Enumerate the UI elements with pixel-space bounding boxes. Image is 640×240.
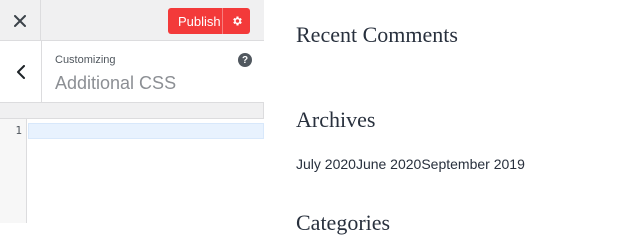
archive-link[interactable]: July 2020	[296, 156, 356, 172]
section-title: Additional CSS	[55, 73, 177, 93]
archives-title: Archives	[296, 107, 376, 132]
close-button[interactable]	[0, 0, 41, 41]
back-button[interactable]	[0, 41, 42, 103]
css-editor[interactable]: 1	[0, 118, 264, 223]
customizer-header: Publish	[0, 0, 264, 41]
section-header: Customizing Additional CSS ?	[0, 41, 264, 103]
categories-title: Categories	[296, 210, 391, 235]
archive-link[interactable]: June 2020	[356, 156, 421, 172]
close-icon	[14, 14, 26, 27]
line-gutter: 1	[0, 119, 27, 223]
publish-button[interactable]: Publish	[168, 8, 250, 34]
archives-list: July 2020 June 2020 September 2019	[296, 156, 525, 172]
publish-settings-button[interactable]	[222, 8, 250, 34]
help-icon[interactable]: ?	[238, 53, 252, 67]
recent-comments-title: Recent Comments	[296, 22, 458, 47]
active-code-line[interactable]	[28, 123, 264, 139]
customizing-label: Customizing	[55, 54, 116, 66]
gear-icon	[232, 16, 242, 26]
publish-label: Publish	[178, 13, 221, 29]
archive-link[interactable]: September 2019	[421, 156, 525, 172]
chevron-left-icon	[16, 65, 25, 79]
line-number: 1	[15, 124, 22, 137]
site-preview: Recent Comments Archives July 2020 June …	[265, 0, 640, 235]
customizer-sidebar: Publish Customizing Additional CSS ? 1	[0, 0, 264, 223]
